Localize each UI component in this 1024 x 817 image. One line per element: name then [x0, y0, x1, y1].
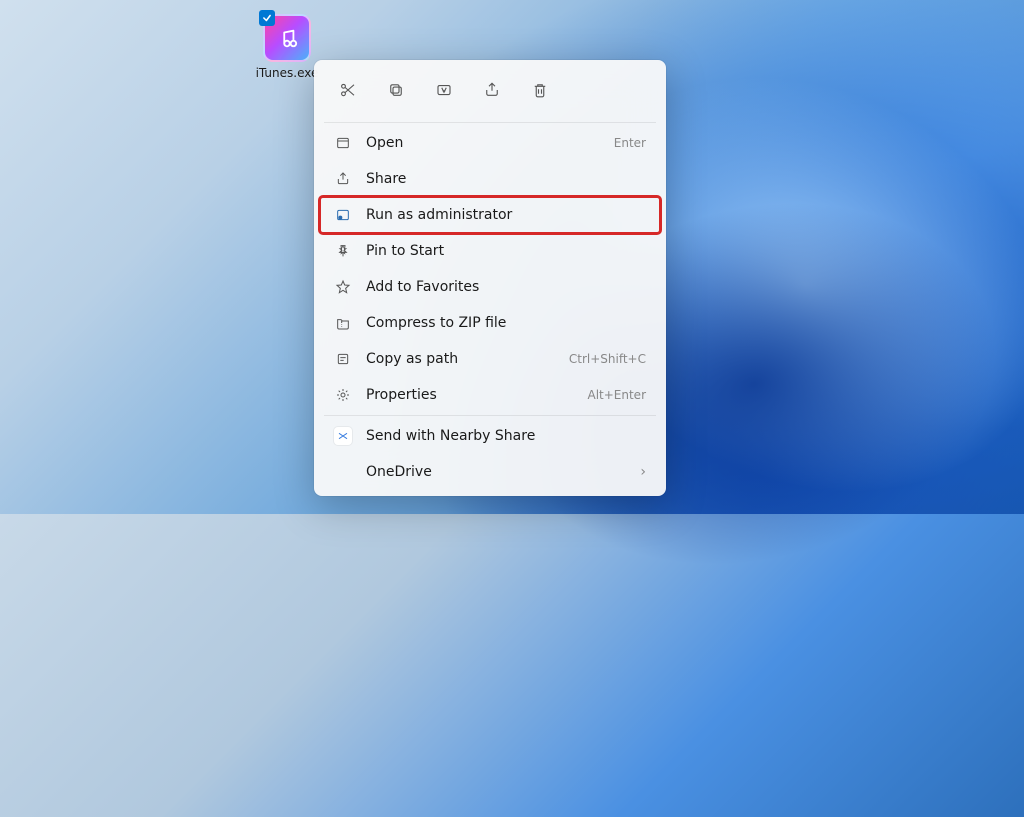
- menu-item-label: Pin to Start: [366, 243, 646, 259]
- menu-item-onedrive[interactable]: OneDrive ›: [320, 454, 660, 490]
- menu-item-label: Send with Nearby Share: [366, 428, 646, 444]
- menu-item-shortcut: Alt+Enter: [587, 388, 646, 402]
- desktop-icon-label: iTunes.exe: [256, 66, 319, 80]
- menu-item-label: Compress to ZIP file: [366, 315, 646, 331]
- menu-item-shortcut: Enter: [614, 136, 646, 150]
- cut-button[interactable]: [330, 72, 366, 108]
- menu-item-label: Open: [366, 135, 614, 151]
- menu-item-nearby-share[interactable]: Send with Nearby Share: [320, 418, 660, 454]
- copy-path-icon: [334, 350, 352, 368]
- share-arrow-icon: [334, 170, 352, 188]
- properties-icon: [334, 386, 352, 404]
- copy-icon: [387, 81, 405, 99]
- menu-item-shortcut: Ctrl+Shift+C: [569, 352, 646, 366]
- menu-item-label: OneDrive: [366, 464, 640, 480]
- share-icon: [483, 81, 501, 99]
- menu-item-run-as-admin[interactable]: Run as administrator: [320, 197, 660, 233]
- blank-icon: [334, 463, 352, 481]
- menu-item-label: Share: [366, 171, 646, 187]
- itunes-icon: [263, 14, 311, 62]
- menu-item-label: Properties: [366, 387, 587, 403]
- separator: [324, 415, 656, 416]
- menu-item-label: Copy as path: [366, 351, 569, 367]
- share-button[interactable]: [474, 72, 510, 108]
- copy-button[interactable]: [378, 72, 414, 108]
- rename-icon: [435, 81, 453, 99]
- trash-icon: [531, 81, 549, 99]
- shield-icon: [334, 206, 352, 224]
- menu-item-label: Add to Favorites: [366, 279, 646, 295]
- menu-item-open[interactable]: Open Enter: [320, 125, 660, 161]
- open-icon: [334, 134, 352, 152]
- context-menu: Open Enter Share Run as administrator Pi…: [314, 60, 666, 496]
- delete-button[interactable]: [522, 72, 558, 108]
- menu-item-add-favorites[interactable]: Add to Favorites: [320, 269, 660, 305]
- menu-item-pin-to-start[interactable]: Pin to Start: [320, 233, 660, 269]
- quick-action-row: [320, 66, 660, 120]
- zip-icon: [334, 314, 352, 332]
- separator: [324, 122, 656, 123]
- menu-item-label: Run as administrator: [366, 207, 646, 223]
- scissors-icon: [339, 81, 357, 99]
- menu-item-share[interactable]: Share: [320, 161, 660, 197]
- menu-item-copy-path[interactable]: Copy as path Ctrl+Shift+C: [320, 341, 660, 377]
- menu-item-properties[interactable]: Properties Alt+Enter: [320, 377, 660, 413]
- chevron-right-icon: ›: [640, 464, 646, 480]
- nearby-share-icon: [334, 427, 352, 445]
- rename-button[interactable]: [426, 72, 462, 108]
- menu-item-compress-zip[interactable]: Compress to ZIP file: [320, 305, 660, 341]
- pin-icon: [334, 242, 352, 260]
- select-check-icon: [259, 10, 275, 26]
- star-icon: [334, 278, 352, 296]
